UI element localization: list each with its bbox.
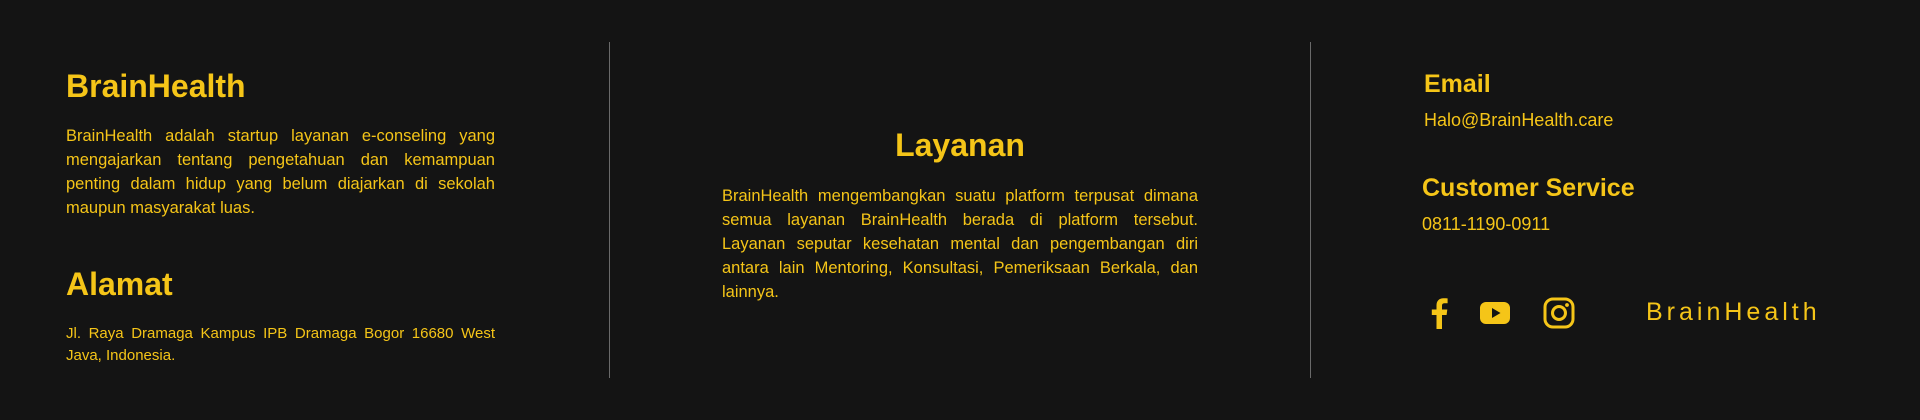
column-divider-left <box>609 42 610 378</box>
customer-service-title: Customer Service <box>1422 174 1635 202</box>
address-text: Jl. Raya Dramaga Kampus IPB Dramaga Bogo… <box>66 325 495 364</box>
facebook-icon[interactable] <box>1422 296 1456 330</box>
services-description: BrainHealth mengembangkan suatu platform… <box>722 187 1198 301</box>
services-title: Layanan <box>895 127 1025 163</box>
column-divider-right <box>1310 42 1311 378</box>
instagram-icon[interactable] <box>1542 296 1576 330</box>
customer-service-phone[interactable]: 0811-1190-0911 <box>1422 214 1550 235</box>
email-link[interactable]: Halo@BrainHealth.care <box>1424 110 1613 131</box>
brand-title: BrainHealth <box>66 68 246 104</box>
email-title: Email <box>1424 70 1491 98</box>
youtube-icon[interactable] <box>1478 296 1512 330</box>
footer-brand-text: BrainHealth <box>1646 298 1821 326</box>
address-title: Alamat <box>66 266 173 302</box>
brand-description: BrainHealth adalah startup layanan e-con… <box>66 127 495 217</box>
